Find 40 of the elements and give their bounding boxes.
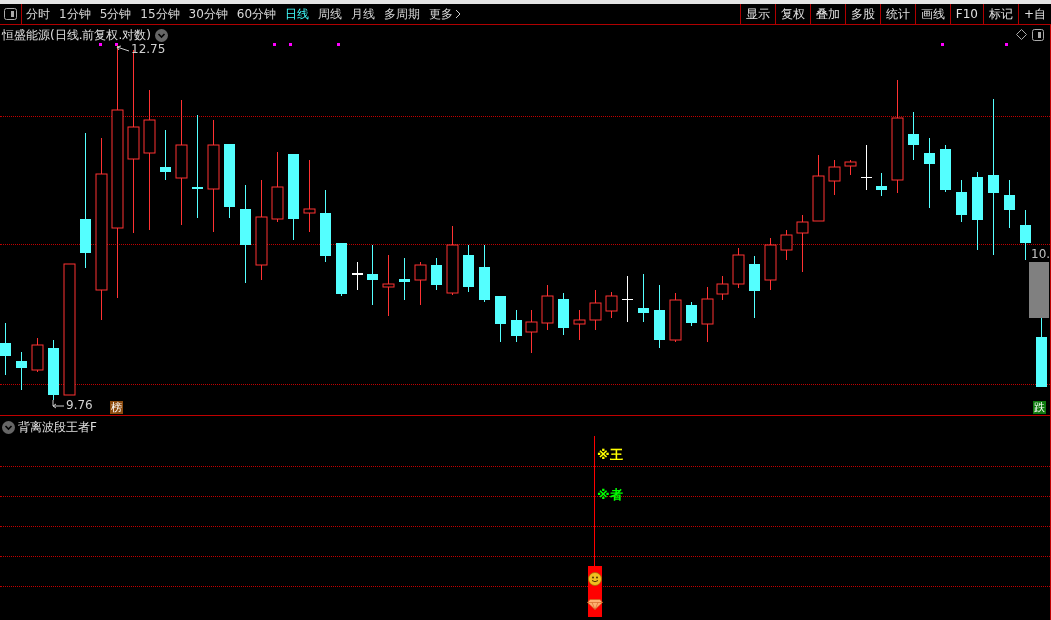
toolbar-button[interactable]: 显示 [739,4,775,24]
toolbar-button[interactable]: F10 [949,4,983,24]
period-tab[interactable]: 多周期 [384,8,421,20]
toolbar-button[interactable]: 画线 [914,4,950,24]
period-tab[interactable]: 15分钟 [140,8,180,20]
period-tab[interactable]: 30分钟 [188,8,228,20]
panel-toggle-icon[interactable] [1032,29,1044,41]
toolbar-button[interactable]: +自 [1017,4,1051,24]
sidebar-toggle-icon[interactable] [4,8,17,20]
signal-badge: 跌 [1033,401,1046,414]
diamond-gem-icon [587,599,603,610]
low-price-label: 9.76 [66,397,93,414]
period-tab[interactable]: 5分钟 [99,8,132,20]
signal-label: ※王 [597,448,623,462]
toolbar-button[interactable]: 叠加 [809,4,845,24]
indicator-title: 背离波段王者F [18,419,97,436]
chevron-down-icon[interactable] [2,420,15,434]
high-price-label: 12.75 [131,41,166,58]
leader-arrow-icon [51,400,65,410]
diamond-icon[interactable] [1016,29,1027,40]
period-tab[interactable]: 60分钟 [236,8,277,20]
toolbar-button[interactable]: 标记 [982,4,1018,24]
period-tab[interactable]: 月线 [351,8,376,20]
period-tab[interactable]: 更多 [429,8,454,20]
period-tab[interactable]: 周线 [318,8,343,20]
period-tab[interactable]: 分时 [26,8,50,20]
toolbar-button[interactable]: 多股 [844,4,880,24]
chart-title: 恒盛能源(日线.前复权.对数) [2,27,151,44]
period-tab[interactable]: 1分钟 [59,8,91,20]
price-axis-label: 10. [1031,246,1051,263]
toolbar-button[interactable]: 复权 [774,4,810,24]
chevron-right-icon[interactable] [455,9,462,19]
smiley-icon [588,572,602,586]
chevron-down-icon[interactable] [155,28,168,42]
signal-badge: 榜 [110,401,123,414]
period-tab[interactable]: 日线 [285,8,310,20]
toolbar-button[interactable]: 统计 [879,4,915,24]
signal-label: ※者 [597,488,623,502]
price-marker [1029,262,1049,318]
leader-arrow-icon [114,45,130,53]
